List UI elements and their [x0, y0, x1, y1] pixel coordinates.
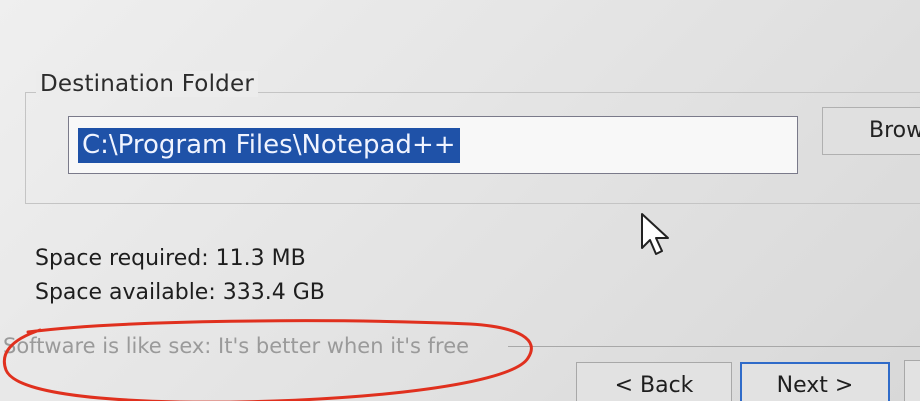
- space-available-text: Space available: 333.4 GB: [35, 280, 325, 305]
- arrow-cursor-icon: [641, 213, 669, 255]
- red-annotation-circle: [2, 319, 533, 401]
- space-required-text: Space required: 11.3 MB: [35, 246, 306, 271]
- destination-folder-label: Destination Folder: [36, 71, 258, 97]
- cancel-button-edge[interactable]: [904, 360, 920, 401]
- installer-window: Destination Folder C:\Program Files\Note…: [0, 0, 920, 401]
- branding-divider: [508, 346, 920, 347]
- back-button[interactable]: < Back: [576, 362, 732, 401]
- next-button[interactable]: Next >: [740, 362, 890, 401]
- destination-path-value[interactable]: C:\Program Files\Notepad++: [78, 128, 460, 163]
- browse-button[interactable]: Brow: [822, 107, 920, 155]
